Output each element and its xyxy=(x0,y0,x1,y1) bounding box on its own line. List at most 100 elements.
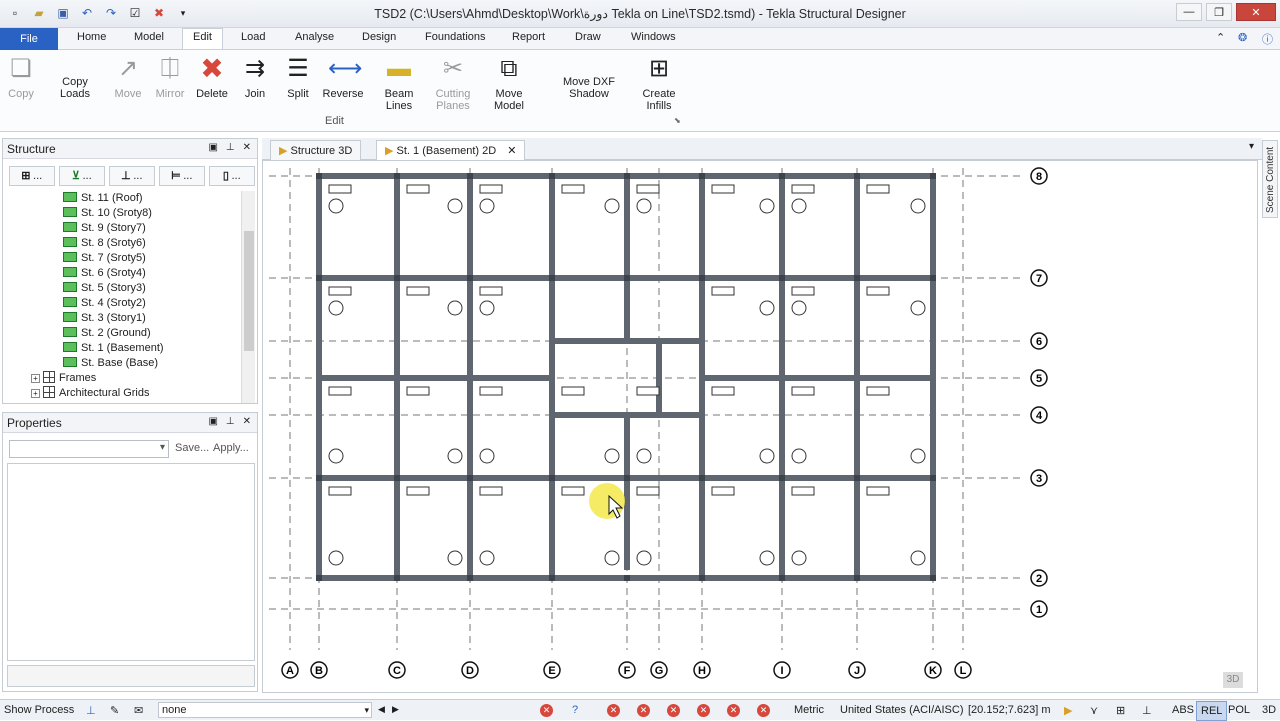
create-infills-button[interactable]: ⊞ Create Infills xyxy=(640,54,678,112)
query-icon[interactable]: ? xyxy=(572,704,578,716)
tree-item[interactable]: St. 4 (Sroty2) xyxy=(3,296,241,311)
tree-item[interactable]: St. 10 (Sroty8) xyxy=(3,206,241,221)
pin-icon[interactable]: ⊥ xyxy=(226,416,235,427)
plan-drawing[interactable]: A B C D E F G H I J K L 8 7 6 5 4 3 2 1 xyxy=(263,161,1257,692)
tab-report-items[interactable]: ▯ ... xyxy=(209,166,255,186)
copy-loads-button[interactable]: Copy Loads xyxy=(46,76,104,100)
tree-item[interactable]: St. 7 (Sroty5) xyxy=(3,251,241,266)
error-icon[interactable]: ✕ xyxy=(540,704,553,717)
delete-x-icon[interactable]: ✖ xyxy=(150,4,168,22)
tree-item[interactable]: St. 1 (Basement) xyxy=(3,341,241,356)
member-icon[interactable]: ⊥ xyxy=(86,704,96,717)
group-launcher-icon[interactable]: ⬊ xyxy=(674,116,681,125)
cutting-planes-button[interactable]: ✂ Cutting Planes xyxy=(434,54,472,112)
apply-properties-button[interactable]: Apply... xyxy=(213,442,249,454)
split-button[interactable]: ☰ Split xyxy=(283,54,313,100)
tab-model[interactable]: Model xyxy=(134,31,164,43)
tab-load[interactable]: Load xyxy=(241,31,265,43)
show-process-button[interactable]: Show Process xyxy=(4,704,74,716)
tab-structure-tree[interactable]: ⊞ ... xyxy=(9,166,55,186)
open-icon[interactable]: ▰ xyxy=(30,4,48,22)
move-dxf-shadow-button[interactable]: Move DXF Shadow xyxy=(546,76,632,100)
tree-item[interactable]: St. 5 (Story3) xyxy=(3,281,241,296)
abs-toggle[interactable]: ABS xyxy=(1172,704,1194,716)
tab-draw[interactable]: Draw xyxy=(575,31,601,43)
float-icon[interactable]: ▣ xyxy=(208,416,217,427)
tabs-dropdown-icon[interactable]: ▾ xyxy=(1249,141,1254,152)
error-icon[interactable]: ✕ xyxy=(757,704,770,717)
tree-item[interactable]: St. 6 (Sroty4) xyxy=(3,266,241,281)
move-button[interactable]: ↗ Move xyxy=(112,54,144,100)
plan-viewport[interactable]: A B C D E F G H I J K L 8 7 6 5 4 3 2 1 3D xyxy=(262,160,1258,693)
scene-content-tab[interactable]: Scene Content xyxy=(1262,140,1278,218)
close-tab-icon[interactable]: ✕ xyxy=(507,145,516,157)
tab-groups[interactable]: ⊻ ... xyxy=(59,166,105,186)
tree-item-arch-grids[interactable]: + Architectural Grids xyxy=(3,386,241,401)
scroll-thumb[interactable] xyxy=(244,231,254,351)
move-model-button[interactable]: ⧉ Move Model xyxy=(480,54,538,112)
tab-structure-3d[interactable]: ▶ Structure 3D xyxy=(270,140,362,160)
save-icon[interactable]: ▣ xyxy=(54,4,72,22)
file-tab[interactable]: File xyxy=(0,28,58,50)
customize-qat-icon[interactable]: ▾ xyxy=(174,4,192,22)
tree-item[interactable]: St. 3 (Story1) xyxy=(3,311,241,326)
mirror-button[interactable]: ⎅ Mirror xyxy=(154,54,186,100)
undo-icon[interactable]: ↶ xyxy=(78,4,96,22)
tab-home[interactable]: Home xyxy=(77,31,106,43)
snap-grid-icon[interactable]: ⊞ xyxy=(1116,704,1125,717)
pin-icon[interactable]: ⊥ xyxy=(226,142,235,153)
join-button[interactable]: ⇉ Join xyxy=(240,54,270,100)
edit-icon[interactable]: ✎ xyxy=(110,704,119,717)
units-label[interactable]: Metric xyxy=(794,704,824,716)
minimize-button[interactable]: — xyxy=(1176,3,1202,21)
tab-windows[interactable]: Windows xyxy=(631,31,676,43)
float-icon[interactable]: ▣ xyxy=(208,142,217,153)
pol-toggle[interactable]: POL xyxy=(1228,704,1250,716)
mail-icon[interactable]: ✉ xyxy=(134,704,143,717)
tree-item[interactable]: St. 8 (Sroty6) xyxy=(3,236,241,251)
next-icon[interactable]: ▶ xyxy=(392,704,399,715)
snap-intersection-icon[interactable]: ⋎ xyxy=(1090,704,1098,717)
snap-icon[interactable]: ▶ xyxy=(1064,704,1072,717)
tab-design[interactable]: Design xyxy=(362,31,396,43)
rel-toggle[interactable]: REL xyxy=(1196,701,1228,721)
delete-button[interactable]: ✖ Delete xyxy=(195,54,229,101)
properties-set-select[interactable] xyxy=(9,440,169,458)
close-icon[interactable]: ✕ xyxy=(243,416,251,427)
reverse-button[interactable]: ⟷ Reverse xyxy=(322,54,364,100)
close-icon[interactable]: ✕ xyxy=(243,142,251,153)
redo-icon[interactable]: ↷ xyxy=(102,4,120,22)
design-code-label[interactable]: United States (ACI/AISC) xyxy=(840,704,964,716)
tree-item[interactable]: St. Base (Base) xyxy=(3,356,241,371)
tree-item[interactable]: St. 9 (Story7) xyxy=(3,221,241,236)
tab-loading[interactable]: ⊥ ... xyxy=(109,166,155,186)
tree-scrollbar[interactable] xyxy=(241,191,255,403)
tab-sections[interactable]: ⊨ ... xyxy=(159,166,205,186)
snap-ortho-icon[interactable]: ⊥ xyxy=(1142,704,1152,717)
error-icon[interactable]: ✕ xyxy=(637,704,650,717)
error-icon[interactable]: ✕ xyxy=(727,704,740,717)
tab-edit[interactable]: Edit xyxy=(182,28,223,49)
new-icon[interactable]: ▫ xyxy=(6,4,24,22)
error-icon[interactable]: ✕ xyxy=(667,704,680,717)
expand-icon[interactable]: + xyxy=(31,389,40,398)
tree-item-frames[interactable]: + Frames xyxy=(3,371,241,386)
three-d-toggle[interactable]: 3D xyxy=(1262,704,1276,716)
expand-icon[interactable]: + xyxy=(31,374,40,383)
filter-combo[interactable]: none ▾ xyxy=(158,702,372,718)
collapse-ribbon-icon[interactable]: ⌃ xyxy=(1216,31,1225,44)
close-button[interactable]: ✕ xyxy=(1236,3,1276,21)
beam-lines-button[interactable]: ▬ Beam Lines xyxy=(373,54,425,112)
copy-button[interactable]: ❏ Copy xyxy=(6,54,36,100)
tab-analyse[interactable]: Analyse xyxy=(295,31,334,43)
check-icon[interactable]: ☑ xyxy=(126,4,144,22)
tree-item[interactable]: St. 11 (Roof) xyxy=(3,191,241,206)
help-icon[interactable]: ❂ xyxy=(1238,31,1247,44)
tab-report[interactable]: Report xyxy=(512,31,545,43)
error-icon[interactable]: ✕ xyxy=(697,704,710,717)
tab-st1-basement-2d[interactable]: ▶ St. 1 (Basement) 2D ✕ xyxy=(376,140,526,160)
view-3d-badge[interactable]: 3D xyxy=(1223,672,1243,688)
tab-foundations[interactable]: Foundations xyxy=(425,31,486,43)
save-properties-button[interactable]: Save... xyxy=(175,442,209,454)
info-icon[interactable]: ⓘ xyxy=(1262,31,1273,47)
